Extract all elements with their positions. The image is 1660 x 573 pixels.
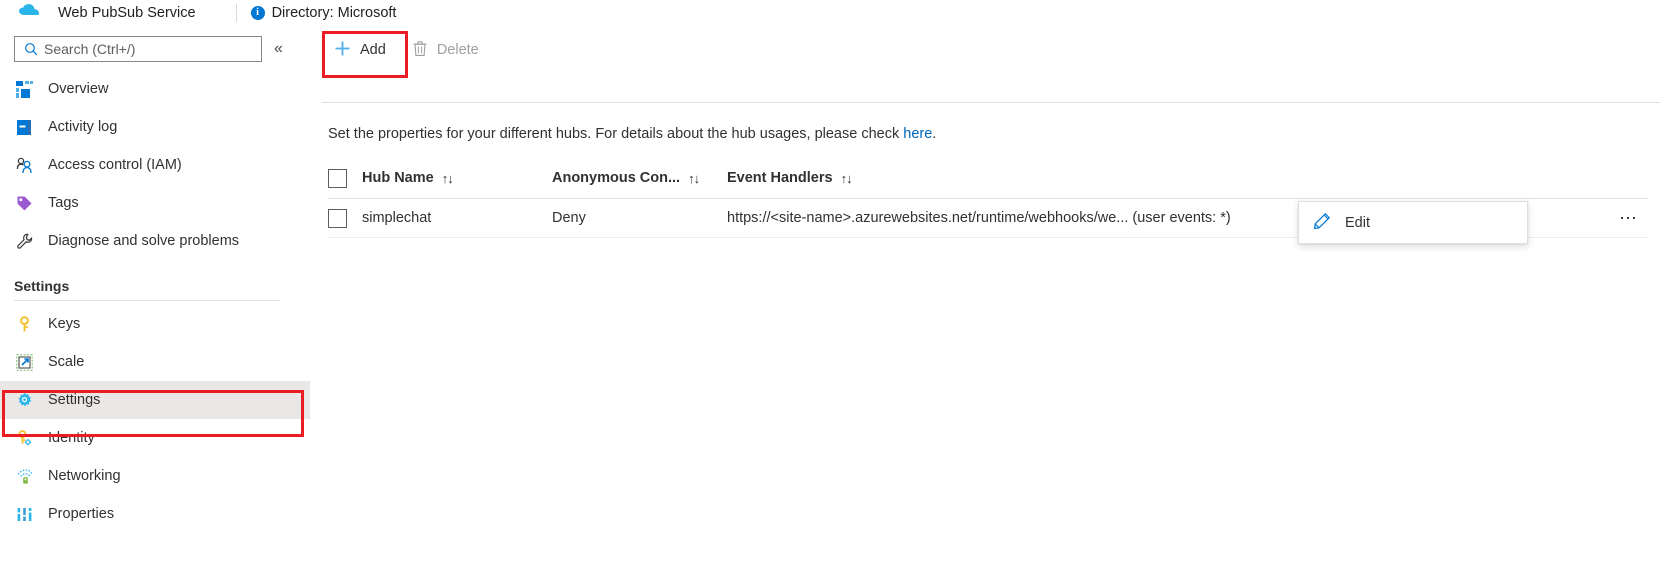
sidebar-item-label: Activity log (48, 119, 118, 135)
access-control-people-icon (16, 155, 38, 175)
row-checkbox[interactable] (328, 208, 347, 228)
description-suffix: . (932, 126, 937, 142)
sidebar-group-title-settings: Settings (14, 278, 70, 294)
sidebar-item-tags[interactable]: Tags (0, 184, 310, 222)
sidebar-item-label: Settings (48, 392, 101, 408)
search-input[interactable] (44, 41, 239, 57)
sidebar-item-access-control[interactable]: Access control (IAM) (0, 146, 310, 184)
pencil-edit-icon (1313, 212, 1331, 234)
overview-grid-icon (16, 79, 38, 99)
identity-key-icon (16, 428, 38, 448)
sidebar-item-label: Tags (48, 195, 79, 211)
sidebar-item-keys[interactable]: Keys (0, 305, 310, 343)
sidebar-search-row: « (0, 26, 310, 62)
tag-icon (16, 193, 38, 213)
azure-web-pubsub-icon (8, 3, 54, 23)
sidebar-item-label: Keys (48, 316, 81, 332)
column-header-label: Anonymous Con... (552, 170, 681, 186)
row-select-cell (328, 208, 362, 228)
sort-arrows-icon: ↑↓ (688, 170, 700, 186)
top-breadcrumb-bar: Web PubSub Service i Directory: Microsof… (0, 0, 1660, 26)
sidebar-item-label: Identity (48, 430, 95, 446)
sidebar-item-label: Overview (48, 81, 109, 97)
gear-icon (16, 390, 38, 410)
plus-icon (334, 40, 351, 61)
sidebar-item-overview[interactable]: Overview (0, 70, 310, 108)
key-icon (16, 314, 38, 334)
sidebar-item-label: Networking (48, 468, 121, 484)
networking-icon (16, 466, 38, 486)
table-header-row: Hub Name ↑↓ Anonymous Con... ↑↓ Event Ha… (328, 158, 1648, 199)
activity-log-icon (16, 117, 38, 137)
select-all-checkbox[interactable] (328, 168, 347, 188)
delete-button-label: Delete (436, 42, 479, 58)
sidebar-item-diagnose-solve-problems[interactable]: Diagnose and solve problems (0, 222, 310, 260)
sidebar-primary-nav: Overview Activity log Access control (IA… (0, 70, 310, 260)
sidebar-group-divider (14, 300, 280, 301)
column-header-label: Hub Name (362, 170, 434, 186)
scale-arrow-icon (16, 352, 38, 372)
topbar-divider (235, 4, 237, 22)
wrench-icon (16, 231, 38, 251)
sidebar-item-identity[interactable]: Identity (0, 419, 310, 457)
command-bar: Add Delete (310, 26, 1660, 74)
sidebar-item-label: Properties (48, 506, 115, 522)
sidebar-item-networking[interactable]: Networking (0, 457, 310, 495)
context-menu-item-label: Edit (1345, 214, 1370, 231)
sort-arrows-icon: ↑↓ (840, 170, 853, 186)
service-title: Web PubSub Service (58, 5, 196, 21)
sidebar-settings-nav: Keys Scale Settings Identity Networking … (0, 305, 310, 533)
directory-indicator: i Directory: Microsoft (250, 5, 397, 21)
info-icon: i (250, 6, 265, 20)
sidebar-item-activity-log[interactable]: Activity log (0, 108, 310, 146)
search-icon (24, 42, 38, 56)
sidebar-item-label: Diagnose and solve problems (48, 233, 240, 249)
sidebar-item-scale[interactable]: Scale (0, 343, 310, 381)
column-header-event-handlers[interactable]: Event Handlers ↑↓ (727, 170, 1648, 186)
sort-arrows-icon: ↑↓ (441, 170, 454, 186)
sidebar-item-label: Access control (IAM) (48, 157, 182, 173)
left-navigation-sidebar: « Overview (0, 26, 310, 573)
hub-usages-help-link[interactable]: here (903, 126, 932, 142)
sidebar-item-settings[interactable]: Settings (0, 381, 310, 419)
context-menu-item-edit[interactable]: Edit (1299, 202, 1527, 243)
cell-anonymous-connect: Deny (552, 210, 586, 226)
ellipsis-icon[interactable]: ⋯ (1615, 207, 1642, 229)
description-text: Set the properties for your different hu… (328, 126, 904, 142)
chevron-double-left-icon[interactable]: « (274, 41, 283, 57)
delete-button[interactable]: Delete (400, 32, 491, 68)
main-content-panel: Add Delete Set the properties for your d… (310, 26, 1660, 573)
cell-hub-name: simplechat (362, 210, 432, 226)
directory-label: Directory: Microsoft (271, 5, 397, 21)
add-button-label: Add (360, 42, 386, 58)
column-header-hub-name[interactable]: Hub Name ↑↓ (362, 170, 552, 186)
page-description: Set the properties for your different hu… (328, 126, 936, 142)
column-header-anonymous-connect[interactable]: Anonymous Con... ↑↓ (552, 170, 727, 186)
select-all-cell (328, 168, 362, 188)
properties-bars-icon (16, 504, 38, 524)
column-header-label: Event Handlers (727, 170, 833, 186)
row-context-menu: Edit (1298, 201, 1528, 244)
search-box[interactable] (14, 36, 262, 62)
command-bar-divider (322, 102, 1660, 103)
sidebar-item-label: Scale (48, 354, 85, 370)
sidebar-item-properties[interactable]: Properties (0, 495, 310, 533)
add-button[interactable]: Add (322, 32, 398, 68)
trash-icon (412, 40, 428, 61)
